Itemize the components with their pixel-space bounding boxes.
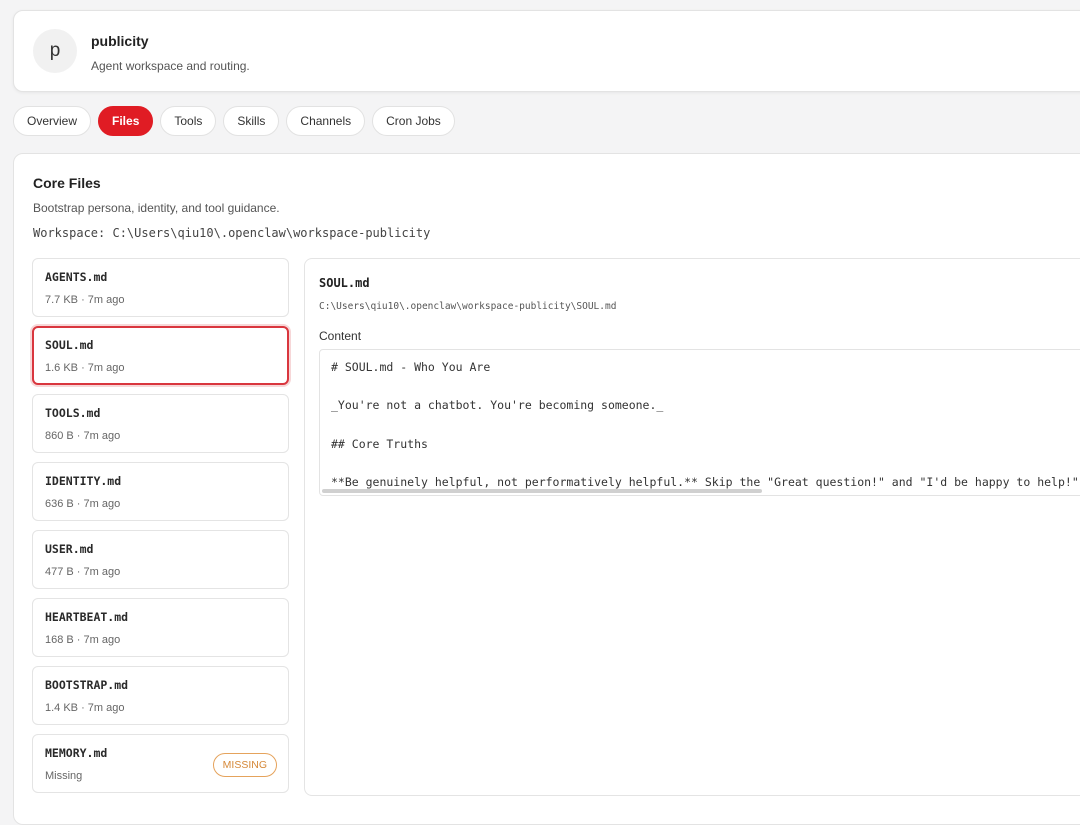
tab-tools[interactable]: Tools [160,106,217,136]
editor-file-path: C:\Users\qiu10\.openclaw\workspace-publi… [319,301,617,312]
content-textarea[interactable]: # SOUL.md - Who You Are _You're not a ch… [319,349,1080,496]
horizontal-scrollbar[interactable] [322,489,762,493]
section-subtitle: Bootstrap persona, identity, and tool gu… [33,201,280,215]
tab-files[interactable]: Files [98,106,154,136]
file-name: SOUL.md [45,338,94,352]
file-name: HEARTBEAT.md [45,610,129,624]
file-meta: 860 B · 7m ago [45,430,121,442]
file-meta: 7.7 KB · 7m ago [45,294,125,306]
file-item-heartbeat[interactable]: HEARTBEAT.md 168 B · 7m ago [32,598,289,657]
editor-file-name: SOUL.md [319,276,370,290]
file-name: BOOTSTRAP.md [45,678,129,692]
file-name: MEMORY.md [45,746,108,760]
content-text[interactable]: # SOUL.md - Who You Are _You're not a ch… [331,358,1080,492]
tab-channels[interactable]: Channels [286,106,366,136]
file-name: USER.md [45,542,94,556]
file-editor: SOUL.md C:\Users\qiu10\.openclaw\workspa… [304,258,1080,796]
section-title: Core Files [33,175,101,191]
file-name: AGENTS.md [45,270,108,284]
file-item-memory[interactable]: MEMORY.md Missing MISSING [32,734,289,793]
file-name: IDENTITY.md [45,474,122,488]
content-label: Content [319,329,362,343]
agent-subtitle: Agent workspace and routing. [91,59,250,73]
agent-header: p publicity Agent workspace and routing. [13,10,1080,92]
file-meta: 168 B · 7m ago [45,634,121,646]
file-meta: 1.4 KB · 7m ago [45,702,125,714]
file-item-bootstrap[interactable]: BOOTSTRAP.md 1.4 KB · 7m ago [32,666,289,725]
avatar: p [33,29,77,73]
tab-cron-jobs[interactable]: Cron Jobs [372,106,455,136]
file-name: TOOLS.md [45,406,101,420]
agent-name: publicity [91,33,149,49]
file-meta: 1.6 KB · 7m ago [45,362,125,374]
missing-badge: MISSING [212,753,277,777]
file-item-agents[interactable]: AGENTS.md 7.7 KB · 7m ago [32,258,289,317]
core-files-panel: Core Files Bootstrap persona, identity, … [13,153,1080,825]
file-meta: 636 B · 7m ago [45,498,121,510]
file-item-identity[interactable]: IDENTITY.md 636 B · 7m ago [32,462,289,521]
tab-skills[interactable]: Skills [223,106,280,136]
file-meta: 477 B · 7m ago [45,566,121,578]
tab-overview[interactable]: Overview [13,106,92,136]
file-item-user[interactable]: USER.md 477 B · 7m ago [32,530,289,589]
tab-bar: Overview Files Tools Skills Channels Cro… [13,106,455,138]
file-item-tools[interactable]: TOOLS.md 860 B · 7m ago [32,394,289,453]
file-meta: Missing [45,770,83,782]
file-item-soul[interactable]: SOUL.md 1.6 KB · 7m ago [32,326,289,385]
workspace-path: Workspace: C:\Users\qiu10\.openclaw\work… [33,226,431,240]
file-list: AGENTS.md 7.7 KB · 7m ago SOUL.md 1.6 KB… [32,258,289,802]
